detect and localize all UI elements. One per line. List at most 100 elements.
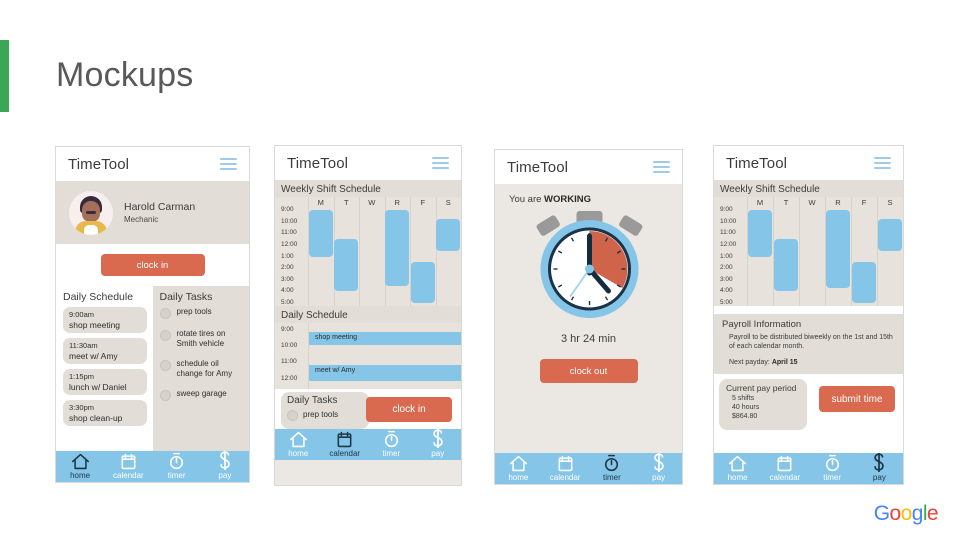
avatar xyxy=(69,190,113,235)
chart-day-header: R xyxy=(394,198,400,207)
list-item[interactable]: schedule oil change for Amy xyxy=(159,359,244,379)
task-checkbox[interactable] xyxy=(159,330,171,341)
list-item[interactable]: prep tools xyxy=(159,307,244,319)
clock-in-button[interactable]: clock in xyxy=(366,397,452,422)
timeline-event[interactable]: meet w/ Amy xyxy=(309,365,461,381)
app-header: TimeTool xyxy=(56,147,249,181)
nav-item-calendar[interactable]: calendar xyxy=(322,431,369,458)
mockup-screen-home: TimeTool Harold Carman Mechanic clock in… xyxy=(55,146,250,483)
nav-label: home xyxy=(70,471,91,480)
task-checkbox[interactable] xyxy=(159,360,171,371)
chart-tick-label: 11:00 xyxy=(720,229,736,237)
chart-day-header: F xyxy=(861,198,867,207)
task-label: prep tools xyxy=(303,410,339,419)
weekly-shift-heading: Weekly Shift Schedule xyxy=(275,180,461,197)
bottom-nav: home calendar timer pay xyxy=(56,451,249,482)
chart-tick-label: 9:00 xyxy=(720,206,733,213)
list-item[interactable]: prep tools xyxy=(287,409,363,421)
chart-shift-bar[interactable] xyxy=(852,262,876,303)
nav-item-calendar[interactable]: calendar xyxy=(761,455,808,482)
stopwatch-icon xyxy=(168,452,185,470)
chart-gridline xyxy=(435,197,437,306)
chart-tick-label: 2:00 xyxy=(281,264,294,272)
chart-shift-bar[interactable] xyxy=(308,210,333,257)
stopwatch-illustration xyxy=(495,209,682,327)
chart-shift-bar[interactable] xyxy=(410,262,435,303)
nav-label: timer xyxy=(823,473,842,482)
chart-tick-label: 2:00 xyxy=(720,264,733,272)
list-item[interactable]: 9:00am shop meeting xyxy=(63,307,147,333)
nav-item-home[interactable]: home xyxy=(714,455,761,482)
schedule-desc: lunch w/ Daniel xyxy=(69,382,127,392)
hamburger-menu-icon[interactable] xyxy=(220,158,237,170)
chart-shift-bar[interactable] xyxy=(385,210,410,286)
nav-item-pay[interactable]: pay xyxy=(415,429,462,458)
list-item[interactable]: 11:30am meet w/ Amy xyxy=(63,338,147,364)
chart-tick-label: 3:00 xyxy=(281,275,294,283)
nav-item-timer[interactable]: timer xyxy=(589,454,636,482)
payroll-info-panel: Payroll Information Payroll to be distri… xyxy=(714,314,903,374)
task-checkbox[interactable] xyxy=(159,390,171,401)
logo-letter-o2: o xyxy=(900,502,913,525)
nav-label: calendar xyxy=(329,449,361,458)
clock-in-button[interactable]: clock in xyxy=(100,254,205,276)
chart-shift-bar[interactable] xyxy=(878,218,902,251)
list-item[interactable]: 1:15pm lunch w/ Daniel xyxy=(63,369,147,395)
next-payday-label: Next payday: xyxy=(729,359,772,366)
home-content: Daily Schedule 9:00am shop meeting 11:30… xyxy=(56,286,249,451)
payroll-body: Payroll to be distributed biweekly on th… xyxy=(729,334,893,350)
nav-item-pay[interactable]: pay xyxy=(856,453,903,482)
chart-gridline xyxy=(877,197,878,306)
daily-schedule-heading: Daily Schedule xyxy=(63,291,134,303)
chart-shift-bar[interactable] xyxy=(826,210,850,289)
nav-item-calendar[interactable]: calendar xyxy=(104,453,152,480)
daily-schedule-panel: Daily Schedule 9:00am shop meeting 11:30… xyxy=(56,286,153,451)
nav-item-timer[interactable]: timer xyxy=(809,454,856,482)
slide-accent-bar xyxy=(0,40,9,112)
clock-out-button[interactable]: clock out xyxy=(539,359,638,383)
chart-shift-bar[interactable] xyxy=(774,239,798,292)
weekly-shift-chart: M T W R F S 9:00 10:00 11:00 12:00 1:00 2:00 3:00 4:0… xyxy=(275,197,461,306)
schedule-time: 9:00am xyxy=(69,310,95,319)
chart-shift-bar[interactable] xyxy=(748,210,772,257)
nav-label: home xyxy=(288,449,309,458)
chart-day-header: T xyxy=(343,198,349,207)
task-checkbox[interactable] xyxy=(287,410,298,421)
daily-tasks-heading: Daily Tasks xyxy=(159,291,213,303)
chart-tick-label: 1:00 xyxy=(281,252,294,260)
clock-in-zone: clock in xyxy=(56,244,249,286)
hamburger-menu-icon[interactable] xyxy=(874,157,891,169)
dollar-icon xyxy=(872,453,886,472)
nav-label: timer xyxy=(382,449,401,458)
page-title: Mockups xyxy=(56,56,194,94)
nav-item-calendar[interactable]: calendar xyxy=(542,455,589,482)
nav-item-pay[interactable]: pay xyxy=(201,451,249,480)
nav-label: calendar xyxy=(113,471,144,480)
nav-item-pay[interactable]: pay xyxy=(635,453,682,482)
nav-item-timer[interactable]: timer xyxy=(368,430,415,458)
hamburger-menu-icon[interactable] xyxy=(432,157,449,169)
task-checkbox[interactable] xyxy=(159,308,171,319)
nav-label: home xyxy=(727,473,748,482)
chart-day-header: S xyxy=(887,198,893,207)
calendar-icon xyxy=(336,431,353,448)
chart-tick-label: 9:00 xyxy=(281,206,294,213)
list-item[interactable]: sweep garage xyxy=(159,389,244,401)
list-item[interactable]: rotate tires on Smith vehicle xyxy=(159,329,244,349)
task-label: sweep garage xyxy=(176,389,227,398)
chart-shift-bar[interactable] xyxy=(436,218,461,251)
bottom-nav: home calendar timer pay xyxy=(714,453,903,484)
dollar-icon xyxy=(652,453,666,472)
nav-item-home[interactable]: home xyxy=(495,455,542,482)
nav-item-home[interactable]: home xyxy=(275,431,322,458)
list-item[interactable]: 3:30pm shop clean-up xyxy=(63,400,147,426)
timeline-event[interactable]: shop meeting xyxy=(309,332,461,345)
calendar-icon xyxy=(776,455,793,472)
mockup-screen-pay: TimeTool Weekly Shift Schedule M T W R F S 9:0… xyxy=(713,145,904,485)
hamburger-menu-icon[interactable] xyxy=(653,161,670,173)
nav-item-timer[interactable]: timer xyxy=(153,452,201,480)
chart-shift-bar[interactable] xyxy=(334,239,359,292)
nav-item-home[interactable]: home xyxy=(56,453,104,480)
logo-letter-g1: G xyxy=(873,502,890,525)
submit-time-button[interactable]: submit time xyxy=(819,386,895,412)
